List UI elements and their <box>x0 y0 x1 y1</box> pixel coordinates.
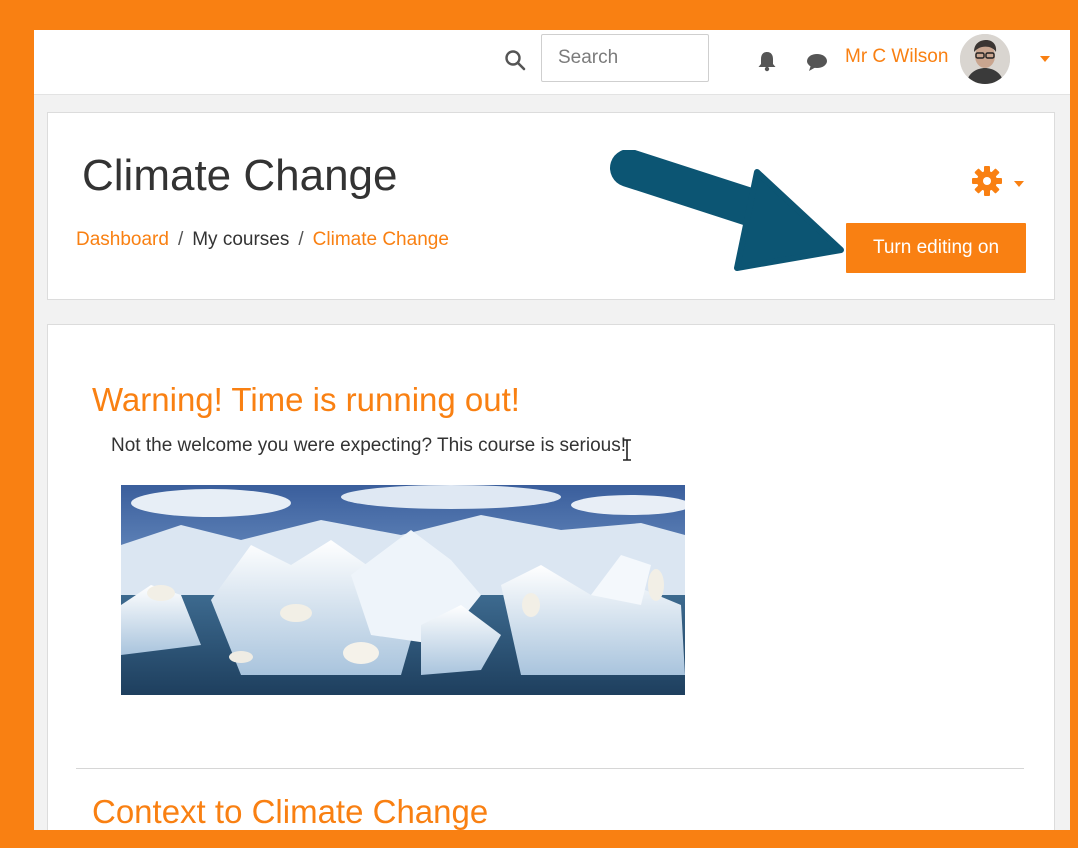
section-summary: Not the welcome you were expecting? This… <box>111 435 627 456</box>
search-icon[interactable] <box>504 49 526 71</box>
breadcrumb-separator: / <box>298 229 304 250</box>
section-title: Context to Climate Change <box>92 793 489 830</box>
page-title: Climate Change <box>82 151 398 200</box>
section-title: Warning! Time is running out! <box>92 381 520 418</box>
iceberg-polar-bear-image <box>121 485 685 695</box>
arrow-annotation <box>610 150 844 271</box>
user-name[interactable]: Mr C Wilson <box>845 46 948 68</box>
caret-down-icon[interactable] <box>1040 55 1050 63</box>
bell-icon[interactable] <box>756 50 778 72</box>
top-navbar: Mr C Wilson <box>34 30 1070 95</box>
breadcrumb-dashboard[interactable]: Dashboard <box>76 229 169 250</box>
browser-frame: Mr C Wilson Climate Change Dashboard / My … <box>34 30 1070 830</box>
text-cursor-icon <box>623 439 631 461</box>
breadcrumb-my-courses[interactable]: My courses <box>192 229 289 250</box>
breadcrumb-climate-change[interactable]: Climate Change <box>313 229 449 250</box>
breadcrumb-separator: / <box>177 229 184 250</box>
gear-icon[interactable] <box>971 165 1003 197</box>
avatar[interactable] <box>960 34 1010 84</box>
chat-icon[interactable] <box>806 52 828 72</box>
caret-down-icon[interactable] <box>1014 180 1024 188</box>
course-content: Warning! Time is running out! Not the we… <box>47 324 1055 830</box>
course-header: Climate Change Dashboard / My courses / Clim… <box>47 112 1055 300</box>
turn-editing-on-button[interactable]: Turn editing on <box>846 223 1026 273</box>
breadcrumb: Dashboard / My courses / Climate Change <box>76 229 449 251</box>
section-divider <box>76 768 1024 769</box>
search-input[interactable] <box>541 34 709 82</box>
